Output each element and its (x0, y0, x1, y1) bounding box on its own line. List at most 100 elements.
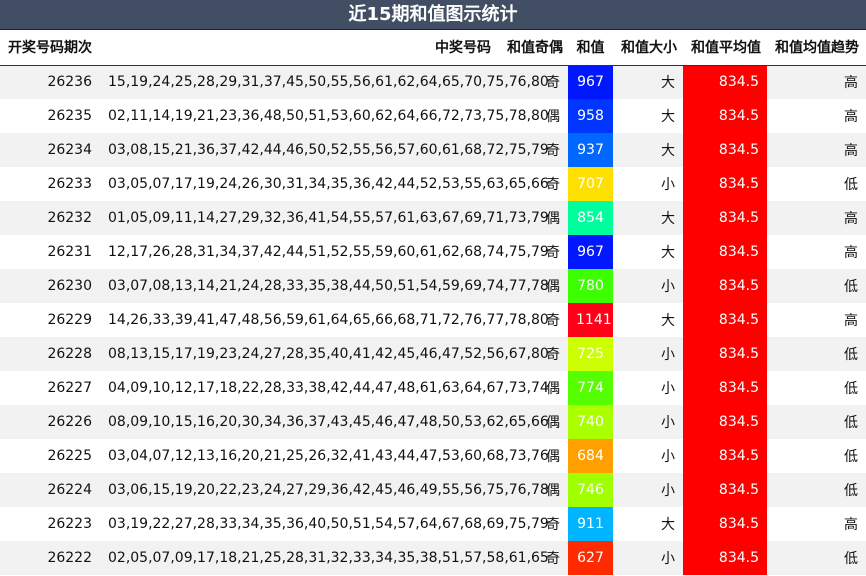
table-row: 26232 01,05,09,11,14,27,29,32,36,41,54,55… (0, 201, 866, 235)
cell-trend: 低 (767, 337, 866, 371)
cell-trend: 高 (767, 65, 866, 99)
cell-issue: 26232 (0, 201, 100, 235)
cell-sum: 627 (568, 541, 613, 575)
cell-size: 大 (613, 303, 683, 337)
cell-trend: 高 (767, 235, 866, 269)
header-parity: 和值奇偶 (499, 30, 568, 66)
page-title: 近15期和值图示统计 (0, 0, 866, 30)
cell-issue: 26225 (0, 439, 100, 473)
cell-size: 大 (613, 65, 683, 99)
table-row: 26230 03,07,08,13,14,21,24,28,33,35,38,44… (0, 269, 866, 303)
cell-numbers: 15,19,24,25,28,29,31,37,45,50,55,56,61,6… (100, 65, 549, 99)
cell-size: 大 (613, 99, 683, 133)
cell-issue: 26222 (0, 541, 100, 575)
cell-issue: 26234 (0, 133, 100, 167)
cell-issue: 26223 (0, 507, 100, 541)
cell-sum: 911 (568, 507, 613, 541)
cell-numbers: 12,17,26,28,31,34,37,42,44,51,52,55,59,6… (100, 235, 549, 269)
header-size: 和值大小 (613, 30, 683, 66)
table-header-row: 开奖号码期次 中奖号码 和值奇偶 和值 和值大小 和值平均值 和值均值趋势 (0, 30, 866, 66)
cell-sum: 746 (568, 473, 613, 507)
cell-trend: 低 (767, 371, 866, 405)
cell-avg: 834.5 (683, 507, 767, 541)
table-row: 26235 02,11,14,19,21,23,36,48,50,51,53,60… (0, 99, 866, 133)
cell-sum: 780 (568, 269, 613, 303)
cell-issue: 26235 (0, 99, 100, 133)
table-row: 26228 08,13,15,17,19,23,24,27,28,35,40,41… (0, 337, 866, 371)
cell-numbers: 03,04,07,12,13,16,20,21,25,26,32,41,43,4… (100, 439, 549, 473)
cell-sum: 937 (568, 133, 613, 167)
header-issue: 开奖号码期次 (0, 30, 100, 66)
sum-stats-table: 开奖号码期次 中奖号码 和值奇偶 和值 和值大小 和值平均值 和值均值趋势 26… (0, 30, 866, 575)
cell-size: 大 (613, 201, 683, 235)
table-row: 26234 03,08,15,21,36,37,42,44,46,50,52,55… (0, 133, 866, 167)
header-avg: 和值平均值 (683, 30, 767, 66)
cell-sum: 967 (568, 235, 613, 269)
cell-trend: 高 (767, 303, 866, 337)
cell-numbers: 03,05,07,17,19,24,26,30,31,34,35,36,42,4… (100, 167, 549, 201)
cell-size: 大 (613, 507, 683, 541)
cell-avg: 834.5 (683, 269, 767, 303)
cell-avg: 834.5 (683, 65, 767, 99)
cell-issue: 26236 (0, 65, 100, 99)
cell-numbers: 03,07,08,13,14,21,24,28,33,35,38,44,50,5… (100, 269, 549, 303)
cell-avg: 834.5 (683, 405, 767, 439)
cell-trend: 低 (767, 439, 866, 473)
table-body: 26236 15,19,24,25,28,29,31,37,45,50,55,56… (0, 65, 866, 575)
cell-avg: 834.5 (683, 371, 767, 405)
cell-avg: 834.5 (683, 303, 767, 337)
cell-trend: 高 (767, 201, 866, 235)
cell-trend: 低 (767, 473, 866, 507)
cell-numbers: 03,19,22,27,28,33,34,35,36,40,50,51,54,5… (100, 507, 549, 541)
header-trend: 和值均值趋势 (767, 30, 866, 66)
table-row: 26231 12,17,26,28,31,34,37,42,44,51,52,55… (0, 235, 866, 269)
cell-numbers: 04,09,10,12,17,18,22,28,33,38,42,44,47,4… (100, 371, 549, 405)
cell-sum: 774 (568, 371, 613, 405)
table-row: 26226 08,09,10,15,16,20,30,34,36,37,43,45… (0, 405, 866, 439)
cell-numbers: 03,08,15,21,36,37,42,44,46,50,52,55,56,5… (100, 133, 549, 167)
cell-issue: 26224 (0, 473, 100, 507)
cell-sum: 684 (568, 439, 613, 473)
cell-size: 小 (613, 473, 683, 507)
cell-avg: 834.5 (683, 473, 767, 507)
table-row: 26223 03,19,22,27,28,33,34,35,36,40,50,51… (0, 507, 866, 541)
cell-trend: 低 (767, 405, 866, 439)
cell-sum: 707 (568, 167, 613, 201)
cell-sum: 854 (568, 201, 613, 235)
cell-numbers: 01,05,09,11,14,27,29,32,36,41,54,55,57,6… (100, 201, 549, 235)
cell-size: 小 (613, 167, 683, 201)
table-row: 26227 04,09,10,12,17,18,22,28,33,38,42,44… (0, 371, 866, 405)
cell-avg: 834.5 (683, 133, 767, 167)
cell-trend: 低 (767, 541, 866, 575)
cell-trend: 高 (767, 133, 866, 167)
cell-size: 小 (613, 405, 683, 439)
cell-numbers: 02,11,14,19,21,23,36,48,50,51,53,60,62,6… (100, 99, 549, 133)
cell-size: 小 (613, 371, 683, 405)
cell-issue: 26229 (0, 303, 100, 337)
cell-avg: 834.5 (683, 167, 767, 201)
table-row: 26222 02,05,07,09,17,18,21,25,28,31,32,33… (0, 541, 866, 575)
cell-avg: 834.5 (683, 439, 767, 473)
cell-avg: 834.5 (683, 337, 767, 371)
cell-sum: 740 (568, 405, 613, 439)
cell-trend: 低 (767, 167, 866, 201)
cell-sum: 1141 (568, 303, 613, 337)
cell-issue: 26226 (0, 405, 100, 439)
cell-issue: 26227 (0, 371, 100, 405)
cell-avg: 834.5 (683, 99, 767, 133)
table-row: 26224 03,06,15,19,20,22,23,24,27,29,36,42… (0, 473, 866, 507)
cell-trend: 高 (767, 507, 866, 541)
cell-trend: 高 (767, 99, 866, 133)
cell-numbers: 14,26,33,39,41,47,48,56,59,61,64,65,66,6… (100, 303, 549, 337)
table-row: 26225 03,04,07,12,13,16,20,21,25,26,32,41… (0, 439, 866, 473)
cell-issue: 26230 (0, 269, 100, 303)
cell-numbers: 08,09,10,15,16,20,30,34,36,37,43,45,46,4… (100, 405, 549, 439)
cell-sum: 958 (568, 99, 613, 133)
cell-size: 小 (613, 269, 683, 303)
table-row: 26229 14,26,33,39,41,47,48,56,59,61,64,65… (0, 303, 866, 337)
table-row: 26236 15,19,24,25,28,29,31,37,45,50,55,56… (0, 65, 866, 99)
cell-numbers: 03,06,15,19,20,22,23,24,27,29,36,42,45,4… (100, 473, 549, 507)
cell-trend: 低 (767, 269, 866, 303)
cell-avg: 834.5 (683, 235, 767, 269)
cell-issue: 26228 (0, 337, 100, 371)
